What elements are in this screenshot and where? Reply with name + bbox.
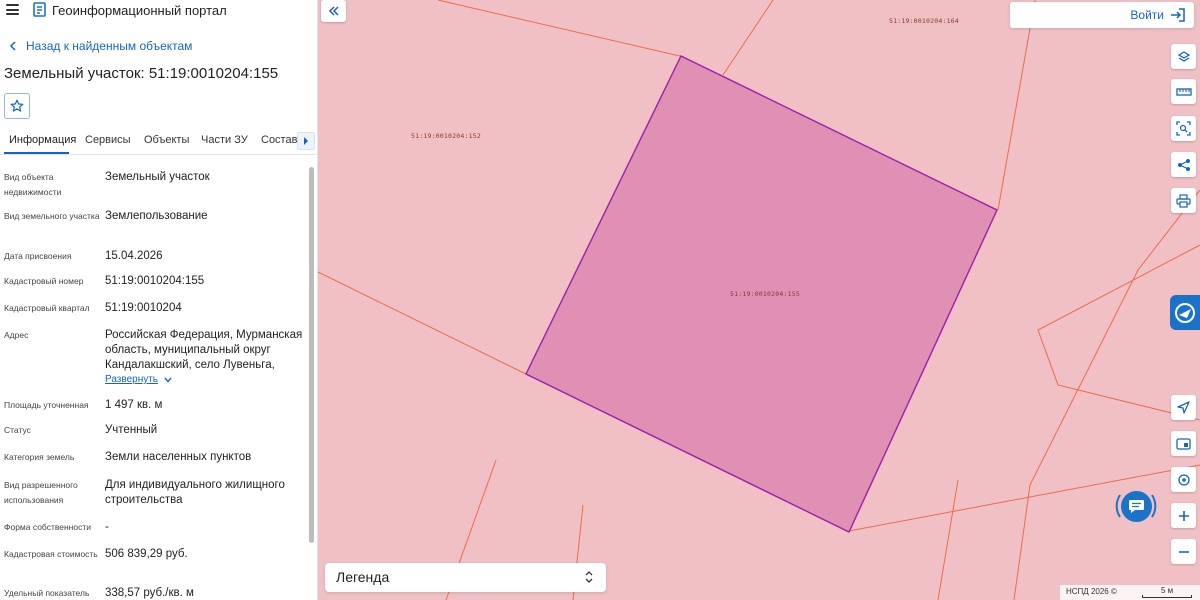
tab-information[interactable]: Информация bbox=[9, 134, 76, 146]
field-row: Адрес Российская Федерация, Мурманская о… bbox=[4, 328, 304, 390]
field-label: Категория земель bbox=[4, 452, 75, 462]
field-label: Вид разрешенного использования bbox=[4, 480, 78, 505]
field-label: Дата присвоения bbox=[4, 251, 72, 261]
chat-icon bbox=[1129, 500, 1144, 513]
navigate-icon bbox=[1177, 401, 1190, 414]
field-value: 338,57 руб./кв. м bbox=[105, 587, 194, 599]
navigate-button[interactable] bbox=[1171, 395, 1196, 420]
layers-button[interactable] bbox=[1171, 44, 1196, 69]
field-value: Земельный участок bbox=[105, 171, 210, 183]
chevron-down-icon bbox=[164, 377, 172, 383]
caret-right-icon bbox=[304, 137, 308, 145]
field-label: Площадь уточненная bbox=[4, 400, 89, 410]
zoom-out-icon bbox=[1178, 550, 1189, 553]
field-label: Удельный показатель bbox=[4, 588, 90, 598]
double-chevron-left-icon bbox=[328, 6, 339, 16]
field-value: Учтенный bbox=[105, 424, 158, 436]
favorite-button[interactable] bbox=[4, 93, 30, 119]
cadastral-map[interactable]: 51:19:0010204:155 51:19:0010204:152 51:1… bbox=[318, 0, 1200, 600]
login-icon bbox=[1171, 8, 1185, 22]
zoom-in-button[interactable] bbox=[1171, 503, 1196, 528]
info-panel: Геоинформационный портал Назад к найденн… bbox=[0, 0, 318, 600]
layers-icon bbox=[1177, 50, 1190, 62]
print-button[interactable] bbox=[1171, 188, 1196, 213]
active-tab-indicator bbox=[4, 152, 69, 154]
info-tabs: Информация Сервисы Объекты Части ЗУ Сост… bbox=[0, 129, 317, 155]
field-label: Форма собственности bbox=[4, 522, 91, 532]
object-title: Земельный участок: 51:19:0010204:155 bbox=[4, 65, 279, 82]
field-value: 15.04.2026 bbox=[105, 250, 163, 262]
parcel-label-left: 51:19:0010204:152 bbox=[411, 132, 481, 140]
star-icon bbox=[10, 99, 24, 112]
field-value: - bbox=[105, 521, 109, 533]
field-value: Земли населенных пунктов bbox=[105, 451, 252, 463]
tab-objects[interactable]: Объекты bbox=[144, 134, 189, 146]
chat-icon-wrap bbox=[1121, 491, 1152, 522]
portal-logo-icon bbox=[33, 2, 46, 17]
app-header: Геоинформационный портал bbox=[0, 0, 317, 22]
zoom-in-icon bbox=[1178, 510, 1189, 521]
zoom-out-button[interactable] bbox=[1171, 539, 1196, 564]
location-button[interactable] bbox=[1171, 467, 1196, 492]
tabs-scroll-right-button[interactable] bbox=[297, 132, 315, 150]
expand-label: Развернуть bbox=[105, 374, 159, 385]
gosuslugi-button[interactable] bbox=[1170, 295, 1200, 330]
location-icon bbox=[1177, 473, 1190, 486]
share-button[interactable] bbox=[1171, 152, 1196, 177]
share-icon bbox=[1177, 158, 1190, 171]
minimap-button[interactable] bbox=[1171, 431, 1196, 456]
parcel-boundaries bbox=[318, 0, 1200, 600]
area-select-icon bbox=[1176, 121, 1191, 136]
field-value: 1 497 кв. м bbox=[105, 399, 163, 411]
gosuslugi-icon bbox=[1175, 302, 1195, 323]
app-title: Геоинформационный портал bbox=[52, 3, 227, 18]
field-label: Кадастровый квартал bbox=[4, 303, 90, 313]
field-label: Кадастровый номер bbox=[4, 276, 84, 286]
parcel-label-top: 51:19:0010204:164 bbox=[889, 17, 959, 25]
measure-button[interactable] bbox=[1171, 79, 1196, 104]
expand-address-link[interactable]: Развернуть bbox=[105, 374, 172, 385]
field-label: Кадастровая стоимость bbox=[4, 549, 98, 559]
back-link-label: Назад к найденным объектам bbox=[26, 39, 193, 53]
parcel-label-main: 51:19:0010204:155 bbox=[730, 290, 800, 298]
panel-scrollbar[interactable] bbox=[309, 167, 314, 543]
area-select-button[interactable] bbox=[1171, 116, 1196, 141]
menu-icon[interactable] bbox=[6, 4, 19, 15]
tab-services[interactable]: Сервисы bbox=[85, 134, 131, 146]
ruler-icon bbox=[1175, 87, 1192, 96]
attribution-text: НСПД 2026 © bbox=[1066, 587, 1117, 596]
minimap-icon bbox=[1176, 437, 1191, 450]
scale-label: 5 м bbox=[1161, 586, 1174, 595]
chat-button[interactable] bbox=[1111, 481, 1161, 531]
tab-parts[interactable]: Части ЗУ bbox=[201, 134, 248, 146]
field-value: 51:19:0010204 bbox=[105, 302, 182, 314]
field-label: Вид объекта недвижимости bbox=[4, 172, 62, 197]
login-button[interactable]: Войти bbox=[1010, 2, 1194, 28]
scale-bar bbox=[1142, 595, 1192, 598]
print-icon bbox=[1176, 193, 1191, 208]
legend-dropdown[interactable]: Легенда bbox=[325, 563, 606, 592]
field-value: 506 839,29 руб. bbox=[105, 548, 188, 560]
chevron-left-icon bbox=[9, 41, 16, 51]
collapse-panel-button[interactable] bbox=[321, 0, 346, 22]
field-label: Вид земельного участка bbox=[4, 211, 100, 221]
field-value: Российская Федерация, Мурманская область… bbox=[105, 329, 303, 371]
field-value: Для индивидуального жилищного строительс… bbox=[105, 479, 285, 506]
tab-composition[interactable]: Состав bbox=[261, 134, 297, 146]
back-to-results-link[interactable]: Назад к найденным объектам bbox=[8, 39, 192, 53]
field-label: Адрес bbox=[4, 330, 29, 340]
chevron-up-down-icon bbox=[585, 571, 593, 583]
field-label: Статус bbox=[4, 425, 31, 435]
map-attribution: НСПД 2026 © 5 м bbox=[1060, 585, 1200, 600]
field-value: 51:19:0010204:155 bbox=[105, 275, 205, 287]
field-value: Землепользование bbox=[105, 210, 208, 222]
login-label: Войти bbox=[1130, 8, 1164, 22]
legend-label: Легенда bbox=[336, 569, 390, 585]
